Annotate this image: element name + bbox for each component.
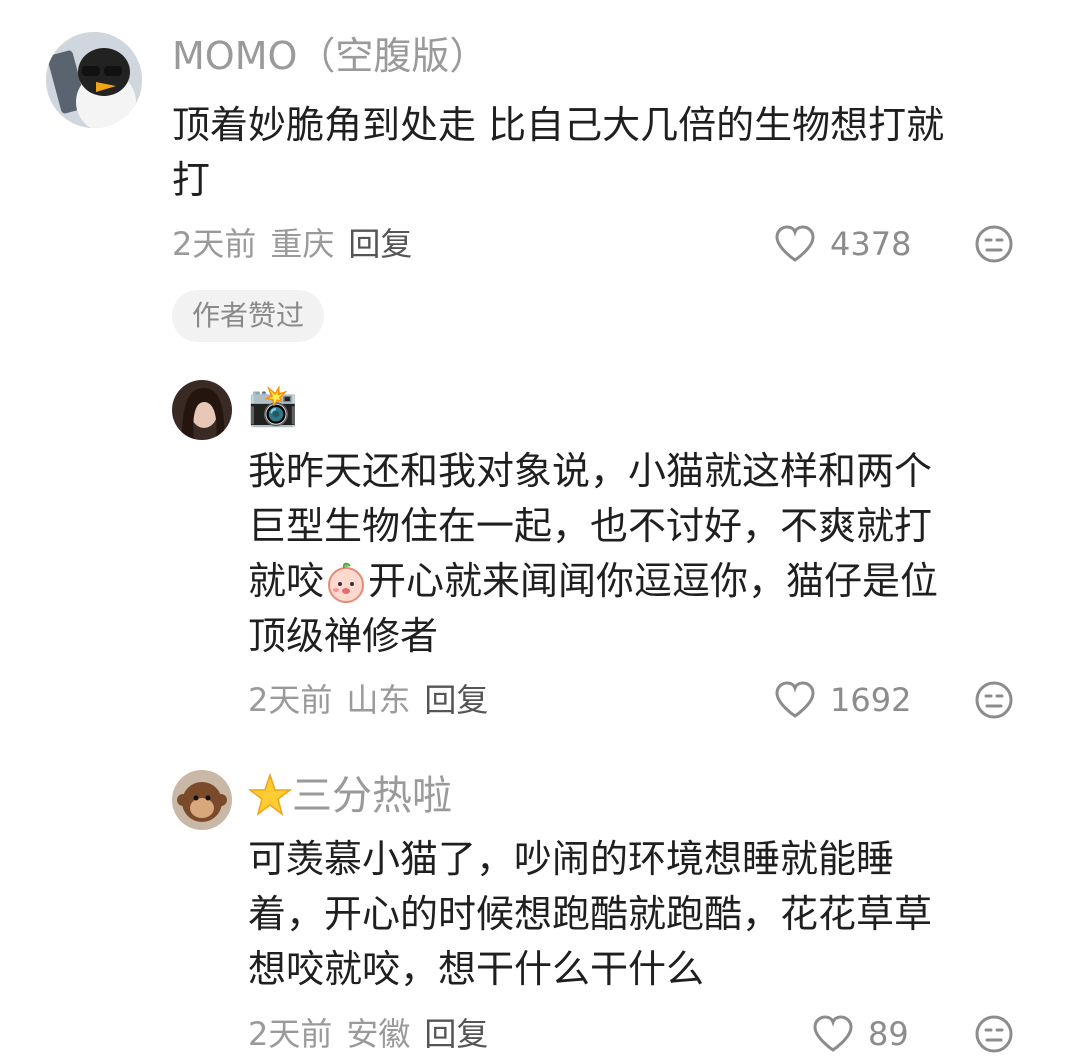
comment-line: 顶着妙脆角到处走 比自己大几倍的生物想打就 <box>172 103 945 147</box>
like-count: 89 <box>868 1015 909 1053</box>
like-count: 4378 <box>830 225 912 263</box>
user-photo-avatar-icon <box>172 380 232 440</box>
like-button[interactable]: 89 <box>812 1014 909 1054</box>
username[interactable]: 三分热啦 <box>247 772 452 820</box>
username[interactable]: MOMO（空腹版） <box>172 32 487 80</box>
comment-meta: 2天前 安徽 回复 <box>248 1014 502 1054</box>
more-options-button[interactable] <box>974 1014 1014 1054</box>
comment-line: 打 <box>172 158 211 202</box>
comment-location: 山东 <box>346 681 411 719</box>
monkey-avatar-icon <box>172 770 232 830</box>
username[interactable]: 📸 <box>248 382 298 430</box>
comment-text: 顶着妙脆角到处走 比自己大几倍的生物想打就 打 <box>172 98 1042 208</box>
comment-text: 我昨天还和我对象说，小猫就这样和两个 巨型生物住在一起，也不讨好，不爽就打 就咬… <box>248 444 1048 664</box>
comment-time: 2天前 <box>248 1015 333 1053</box>
heart-outline-icon <box>775 681 815 718</box>
comment-meta: 2天前 山东 回复 <box>248 680 502 720</box>
reply-button[interactable]: 回复 <box>424 681 488 719</box>
heart-outline-icon <box>813 1015 853 1052</box>
comment-segment: 开心就来闻闻你逗逗你，猫仔是位 <box>368 559 939 603</box>
comment-line: 我昨天还和我对象说，小猫就这样和两个 <box>248 449 933 493</box>
comment-segment: 就咬 <box>248 559 325 603</box>
reply-button[interactable]: 回复 <box>348 225 412 263</box>
like-button[interactable]: 1692 <box>774 680 911 720</box>
comment-line: 巨型生物住在一起，也不讨好，不爽就打 <box>248 504 933 548</box>
more-options-button[interactable] <box>974 680 1014 720</box>
peach-emoji-icon <box>328 562 365 603</box>
avatar[interactable] <box>172 770 232 830</box>
like-count: 1692 <box>830 681 912 719</box>
face-neutral-icon <box>975 1015 1013 1053</box>
like-button[interactable]: 4378 <box>774 224 911 264</box>
comment-line: 想咬就咬，想干什么干什么 <box>248 947 705 991</box>
face-neutral-icon <box>975 681 1013 719</box>
username-text: 三分热啦 <box>292 773 452 819</box>
comment-location: 重庆 <box>270 225 335 263</box>
star-emoji-icon <box>247 772 293 816</box>
comment-line: 顶级禅修者 <box>248 614 439 658</box>
comment-time: 2天前 <box>172 225 257 263</box>
author-liked-badge: 作者赞过 <box>172 290 325 342</box>
comment-location: 安徽 <box>346 1015 411 1053</box>
comment-meta: 2天前 重庆 回复 <box>172 224 426 264</box>
comment-line: 着，开心的时候想跑酷就跑酷，花花草草 <box>248 892 933 936</box>
heart-outline-icon <box>775 225 815 262</box>
comment-line: 可羡慕小猫了，吵闹的环境想睡就能睡 <box>248 837 895 881</box>
reply-button[interactable]: 回复 <box>424 1015 488 1053</box>
avatar[interactable] <box>46 32 142 128</box>
comment-time: 2天前 <box>248 681 333 719</box>
comment-text: 可羡慕小猫了，吵闹的环境想睡就能睡 着，开心的时候想跑酷就跑酷，花花草草 想咬就… <box>248 832 1048 997</box>
penguin-avatar-icon <box>46 32 142 128</box>
more-options-button[interactable] <box>974 224 1014 264</box>
avatar[interactable] <box>172 380 232 440</box>
face-neutral-icon <box>975 225 1013 263</box>
comment-line: 就咬 开心就来闻闻你逗逗你，猫仔是位 <box>248 554 1048 609</box>
